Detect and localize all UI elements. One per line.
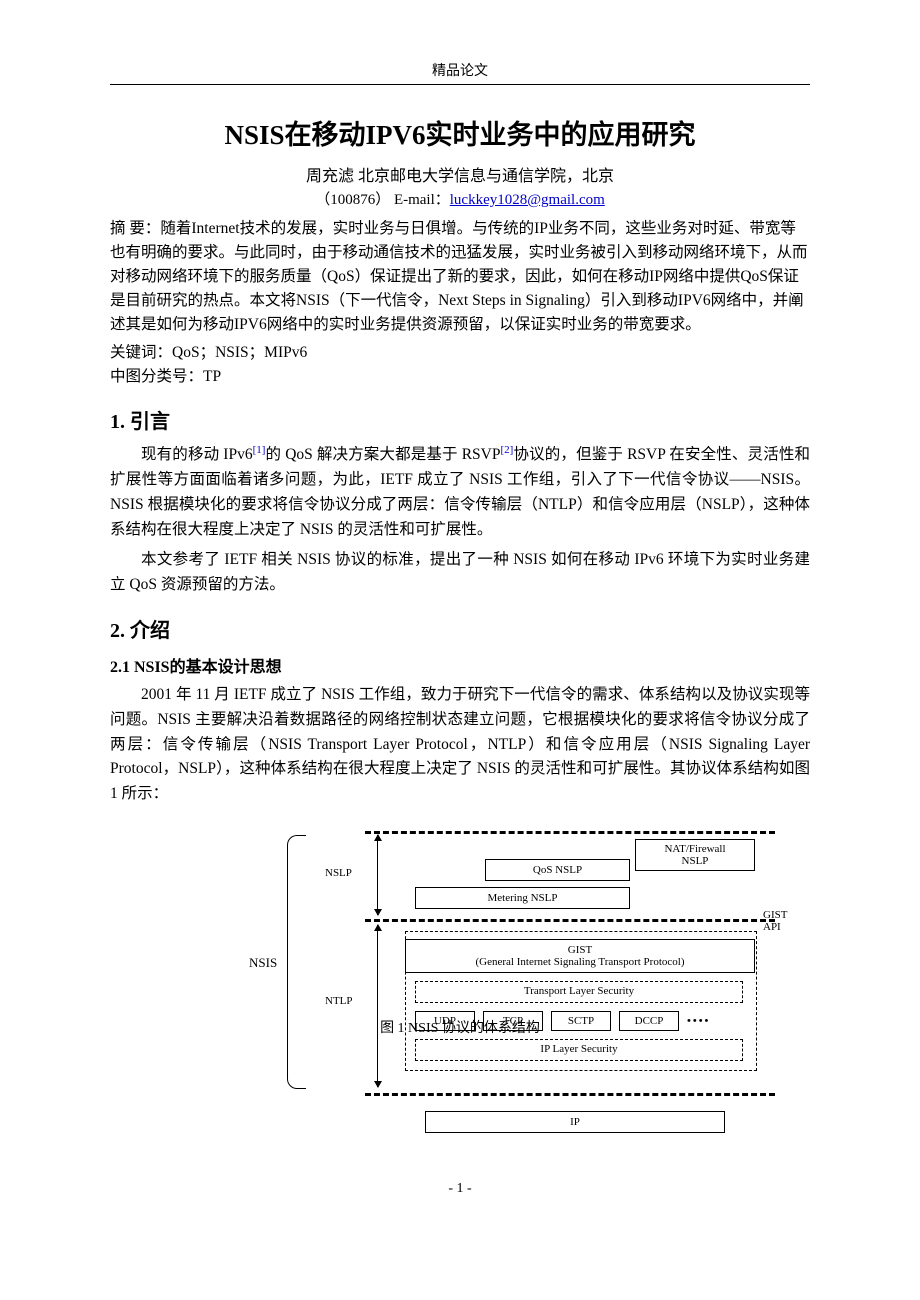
layer-divider-bot xyxy=(365,1093,775,1096)
citation-2[interactable]: [2] xyxy=(501,444,514,456)
section-1-heading: 1. 引言 xyxy=(110,405,810,434)
citation-1[interactable]: [1] xyxy=(253,444,266,456)
arrow-nslp xyxy=(377,835,378,915)
author-line: 周充滤 北京邮电大学信息与通信学院，北京 xyxy=(110,162,810,186)
s1p1a: 现有的移动 IPv6 xyxy=(141,446,253,463)
email-link[interactable]: luckkey1028@gmail.com xyxy=(450,192,605,208)
figure-1-diagram: NSIS NSLP NTLP GIST API NAT/Firewall NSL… xyxy=(285,831,775,1141)
label-ntlp: NTLP xyxy=(325,995,353,1007)
layer-divider-mid xyxy=(365,919,775,922)
keywords-body: QoS；NSIS；MIPv6 xyxy=(172,344,307,361)
clc: 中图分类号：TP xyxy=(110,365,810,389)
affiliation-line: （100876） E-mail：luckkey1028@gmail.com xyxy=(110,188,810,209)
box-gist: GIST (General Internet Signaling Transpo… xyxy=(405,939,755,973)
label-nsis: NSIS xyxy=(249,955,277,971)
brace-icon xyxy=(287,835,306,1089)
header-rule xyxy=(110,84,810,85)
layer-divider-top xyxy=(365,831,775,834)
figure-1-caption: 图 1 NSIS 协议的体系结构 xyxy=(110,1017,810,1037)
s1p1b: 的 QoS 解决方案大都是基于 RSVP xyxy=(265,446,500,463)
section-2-1-p1: 2001 年 11 月 IETF 成立了 NSIS 工作组，致力于研究下一代信令… xyxy=(110,683,810,807)
label-nslp: NSLP xyxy=(325,867,352,879)
abstract-body: 随着Internet技术的发展，实时业务与日俱增。与传统的IP业务不同，这些业务… xyxy=(110,220,808,333)
page-number: - 1 - xyxy=(110,1181,810,1197)
abstract: 摘 要：随着Internet技术的发展，实时业务与日俱增。与传统的IP业务不同，… xyxy=(110,217,810,337)
box-metering-nslp: Metering NSLP xyxy=(415,887,630,909)
section-1-p1: 现有的移动 IPv6[1]的 QoS 解决方案大都是基于 RSVP[2]协议的，… xyxy=(110,442,810,542)
section-1-p2: 本文参考了 IETF 相关 NSIS 协议的标准，提出了一种 NSIS 如何在移… xyxy=(110,548,810,598)
box-ils: IP Layer Security xyxy=(415,1039,743,1061)
figure-1: NSIS NSLP NTLP GIST API NAT/Firewall NSL… xyxy=(110,831,810,1151)
running-header: 精品论文 xyxy=(110,60,810,80)
section-2-heading: 2. 介绍 xyxy=(110,614,810,643)
clc-body: TP xyxy=(203,368,221,385)
arrow-ntlp xyxy=(377,925,378,1087)
keywords: 关键词：QoS；NSIS；MIPv6 xyxy=(110,341,810,365)
box-qos-nslp: QoS NSLP xyxy=(485,859,630,881)
section-2-1-heading: 2.1 NSIS的基本设计思想 xyxy=(110,653,810,677)
paper-title: NSIS在移动IPV6实时业务中的应用研究 xyxy=(110,113,810,152)
box-ip: IP xyxy=(425,1111,725,1133)
box-tls: Transport Layer Security xyxy=(415,981,743,1003)
keywords-label: 关键词： xyxy=(110,344,172,361)
label-gist-api: GIST API xyxy=(763,909,787,933)
clc-label: 中图分类号： xyxy=(110,368,203,385)
page: 精品论文 NSIS在移动IPV6实时业务中的应用研究 周充滤 北京邮电大学信息与… xyxy=(0,0,920,1237)
affil-prefix: （100876） E-mail： xyxy=(315,192,450,208)
abstract-label: 摘 要： xyxy=(110,220,160,237)
box-nat-firewall-nslp: NAT/Firewall NSLP xyxy=(635,839,755,871)
